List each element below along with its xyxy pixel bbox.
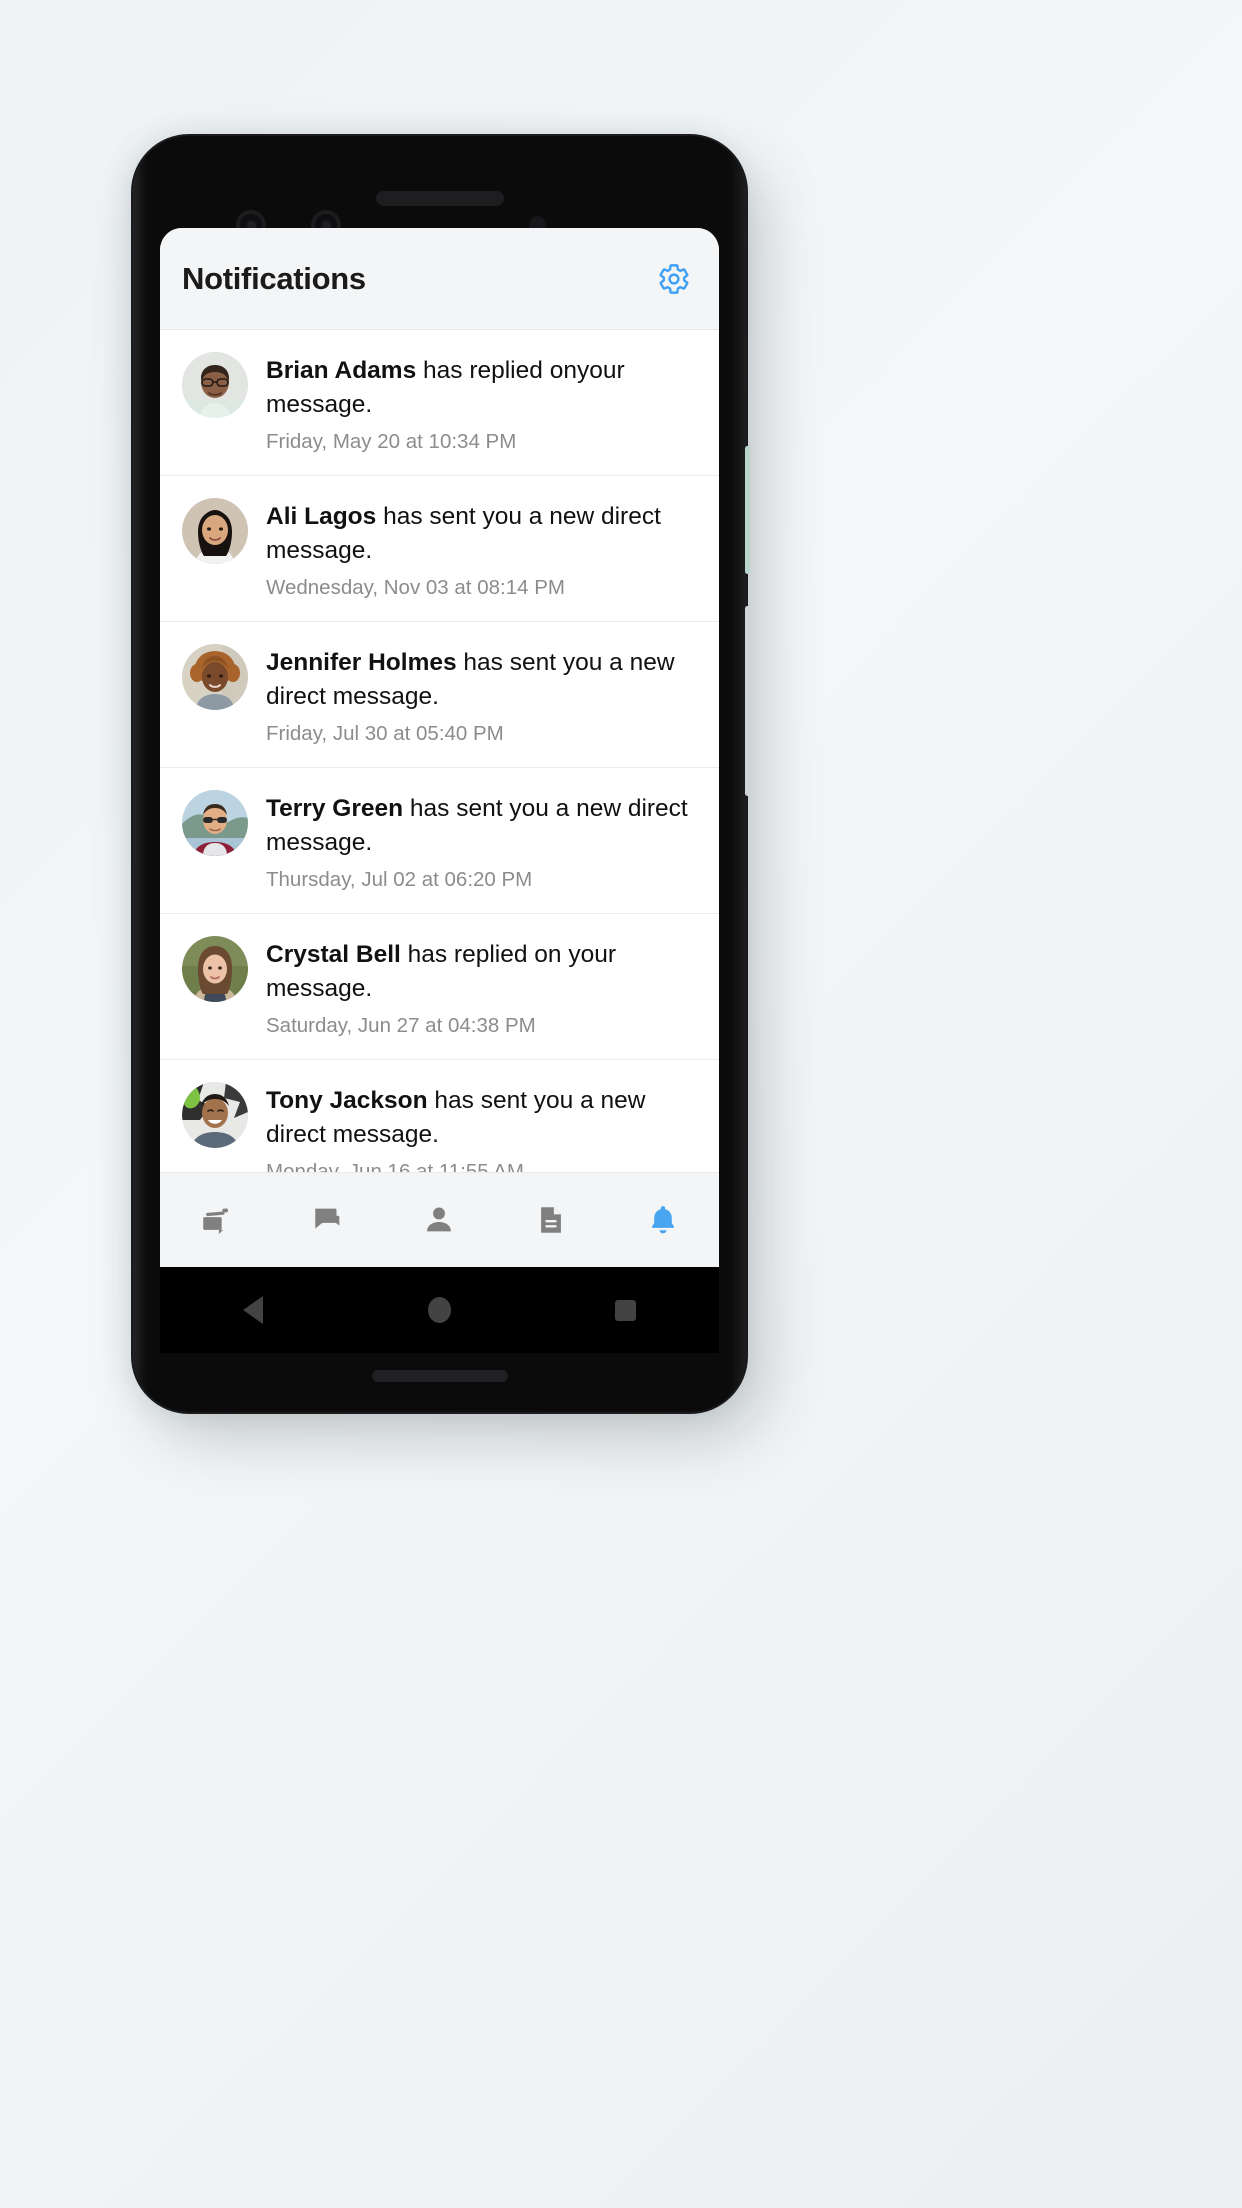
photo-terry-green: [182, 790, 248, 856]
notification-actor: Tony Jackson: [266, 1087, 428, 1114]
photo-jennifer-holmes: [182, 644, 248, 710]
notification-text: Brian Adams has replied onyour message. …: [266, 352, 697, 455]
notification-timestamp: Monday, Jun 16 at 11:55 AM: [266, 1160, 524, 1172]
notification-text: Terry Green has sent you a new direct me…: [266, 790, 697, 893]
app-header: Notifications: [160, 228, 719, 330]
tab-documents[interactable]: [495, 1173, 607, 1267]
notification-message: Terry Green has sent you a new direct me…: [266, 792, 697, 860]
notification-row[interactable]: Terry Green has sent you a new direct me…: [160, 768, 719, 914]
notification-row[interactable]: Crystal Bell has replied on your message…: [160, 914, 719, 1060]
person-icon: [427, 1207, 452, 1232]
notification-timestamp: Saturday, Jun 27 at 04:38 PM: [266, 1014, 536, 1037]
notification-actor: Terry Green: [266, 795, 404, 822]
notification-row[interactable]: Tony Jackson has sent you a new direct m…: [160, 1060, 719, 1172]
tab-profile[interactable]: [384, 1173, 496, 1267]
notification-message: Brian Adams has replied onyour message.: [266, 354, 697, 422]
gear-icon: [659, 263, 689, 294]
tab-feed[interactable]: [160, 1173, 272, 1267]
document-icon: [541, 1207, 562, 1233]
photo-tony-jackson: [182, 1082, 248, 1148]
notification-message: Jennifer Holmes has sent you a new direc…: [266, 646, 697, 714]
bell-icon: [652, 1206, 675, 1234]
photo-brian-adams: [182, 352, 248, 418]
chat-icon: [314, 1208, 340, 1229]
square-recents-icon: [615, 1299, 637, 1321]
sensor-cluster: [133, 182, 746, 240]
notification-message: Ali Lagos has sent you a new direct mess…: [266, 500, 697, 568]
notification-text: Crystal Bell has replied on your message…: [266, 936, 697, 1039]
notification-actor: Crystal Bell: [266, 941, 401, 968]
notification-actor: Ali Lagos: [266, 503, 377, 530]
nav-back-button[interactable]: [218, 1280, 288, 1340]
power-button[interactable]: [745, 606, 750, 796]
avatar: [182, 352, 248, 418]
photo-ali-lagos: [182, 498, 248, 564]
bottom-tab-bar: [160, 1172, 719, 1267]
avatar: [182, 790, 248, 856]
earpiece-speaker: [376, 191, 504, 206]
notification-list: Brian Adams has replied onyour message. …: [160, 330, 719, 1172]
phone-screen: Notifications Brian Adams has replied on…: [160, 228, 719, 1267]
bottom-speaker: [371, 1370, 508, 1382]
notification-timestamp: Friday, May 20 at 10:34 PM: [266, 430, 517, 453]
avatar: [182, 936, 248, 1002]
notification-message: Crystal Bell has replied on your message…: [266, 938, 697, 1006]
notification-timestamp: Friday, Jul 30 at 05:40 PM: [266, 722, 504, 745]
circle-home-icon: [427, 1297, 451, 1323]
nav-recents-button[interactable]: [591, 1280, 661, 1340]
notification-row[interactable]: Jennifer Holmes has sent you a new direc…: [160, 622, 719, 768]
notification-row[interactable]: Ali Lagos has sent you a new direct mess…: [160, 476, 719, 622]
tab-messages[interactable]: [272, 1173, 384, 1267]
settings-button[interactable]: [653, 258, 695, 300]
notification-text: Ali Lagos has sent you a new direct mess…: [266, 498, 697, 601]
notification-timestamp: Wednesday, Nov 03 at 08:14 PM: [266, 576, 565, 599]
notification-actor: Jennifer Holmes: [266, 649, 457, 676]
notification-text: Tony Jackson has sent you a new direct m…: [266, 1082, 697, 1172]
avatar: [182, 498, 248, 564]
android-navigation-bar: [160, 1267, 719, 1353]
avatar: [182, 644, 248, 710]
page-title: Notifications: [182, 260, 366, 296]
avatar: [182, 1082, 248, 1148]
notification-message: Tony Jackson has sent you a new direct m…: [266, 1084, 697, 1152]
volume-button[interactable]: [745, 446, 750, 574]
nav-home-button[interactable]: [404, 1280, 474, 1340]
tab-notifications[interactable]: [607, 1173, 719, 1267]
triangle-back-icon: [243, 1296, 264, 1324]
notification-row[interactable]: Brian Adams has replied onyour message. …: [160, 330, 719, 476]
notification-timestamp: Thursday, Jul 02 at 06:20 PM: [266, 868, 533, 891]
phone-device: Notifications Brian Adams has replied on…: [133, 136, 750, 1412]
feed-icon: [203, 1208, 228, 1235]
notification-actor: Brian Adams: [266, 357, 417, 384]
photo-crystal-bell: [182, 936, 248, 1002]
notification-text: Jennifer Holmes has sent you a new direc…: [266, 644, 697, 747]
